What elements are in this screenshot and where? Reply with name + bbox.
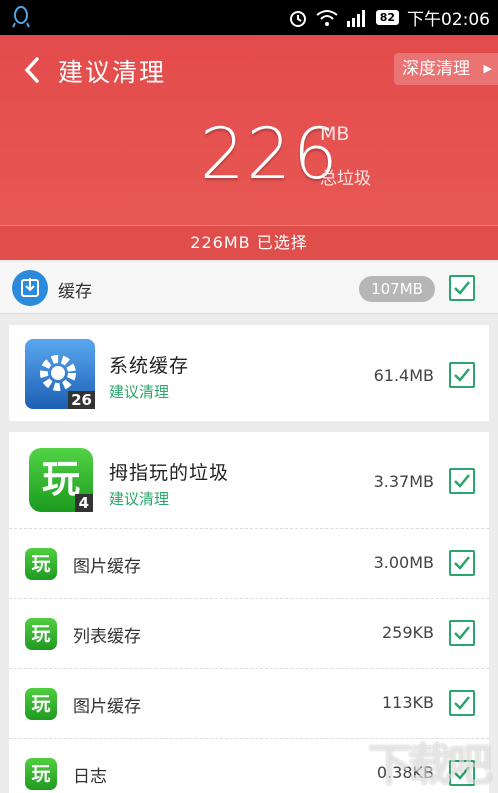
app-tag: 建议清理 <box>109 490 170 508</box>
app-count-badge: 4 <box>74 494 93 512</box>
item-label: 日志 <box>73 767 107 787</box>
check-icon <box>454 556 470 570</box>
item-size: 3.00MB <box>373 553 434 572</box>
alarm-icon <box>289 10 306 27</box>
app-name: 系统缓存 <box>109 355 190 377</box>
wifi-icon <box>316 9 338 26</box>
cache-label: 缓存 <box>58 282 92 302</box>
list-item[interactable]: 玩 图片缓存 113KB <box>9 668 489 738</box>
summary-header: 建议清理 深度清理 ▶ 226 MB 总垃圾 226MB 已选择 <box>0 35 498 260</box>
status-bar: 82 下午02:06 <box>0 0 498 35</box>
check-icon <box>454 474 470 488</box>
item-label: 列表缓存 <box>73 627 141 647</box>
gear-app-icon: 26 <box>25 339 95 409</box>
app-card-system-cache[interactable]: 26 系统缓存 建议清理 61.4MB <box>9 325 489 421</box>
check-icon <box>454 281 470 295</box>
app-size: 3.37MB <box>373 472 434 491</box>
battery-indicator: 82 <box>375 10 399 25</box>
total-junk-label: 总垃圾 <box>320 169 371 189</box>
watermark: 下载吧 <box>368 740 492 791</box>
cache-category-row[interactable]: 缓存 107MB <box>0 262 498 314</box>
app-size: 61.4MB <box>373 366 434 385</box>
item-size: 113KB <box>381 693 434 712</box>
deep-clean-label: 深度清理 <box>402 59 470 79</box>
item-label: 图片缓存 <box>73 697 141 717</box>
clock: 下午02:06 <box>407 10 490 30</box>
app-count-badge: 26 <box>68 391 95 409</box>
page-title: 建议清理 <box>58 58 167 87</box>
chevron-right-icon: ▶ <box>483 62 492 75</box>
item-checkbox[interactable] <box>449 620 475 646</box>
check-icon <box>454 696 470 710</box>
check-icon <box>454 368 470 382</box>
back-arrow-icon[interactable] <box>22 55 42 85</box>
cache-size-badge: 107MB <box>359 276 435 302</box>
app-checkbox[interactable] <box>449 468 475 494</box>
deep-clean-button[interactable]: 深度清理 ▶ <box>394 53 498 85</box>
game-small-icon: 玩 <box>25 548 57 580</box>
item-checkbox[interactable] <box>449 690 475 716</box>
item-size: 259KB <box>381 623 434 642</box>
signal-icon <box>346 9 365 27</box>
item-checkbox[interactable] <box>449 550 475 576</box>
cache-checkbox[interactable] <box>449 275 475 301</box>
check-icon <box>454 626 470 640</box>
item-label: 图片缓存 <box>73 557 141 577</box>
game-small-icon: 玩 <box>25 758 57 790</box>
list-item[interactable]: 玩 列表缓存 259KB <box>9 598 489 668</box>
game-small-icon: 玩 <box>25 688 57 720</box>
app-name: 拇指玩的垃圾 <box>109 462 230 484</box>
download-box-icon <box>12 270 48 306</box>
total-junk-value: 226 <box>200 113 340 195</box>
app-tag: 建议清理 <box>109 383 170 401</box>
qq-icon <box>12 6 30 28</box>
game-app-icon: 玩 4 <box>29 448 93 512</box>
selected-summary: 226MB 已选择 <box>0 225 498 260</box>
app-checkbox[interactable] <box>449 362 475 388</box>
list-item[interactable]: 玩 图片缓存 3.00MB <box>9 528 489 598</box>
game-small-icon: 玩 <box>25 618 57 650</box>
total-junk-unit: MB <box>320 123 350 145</box>
